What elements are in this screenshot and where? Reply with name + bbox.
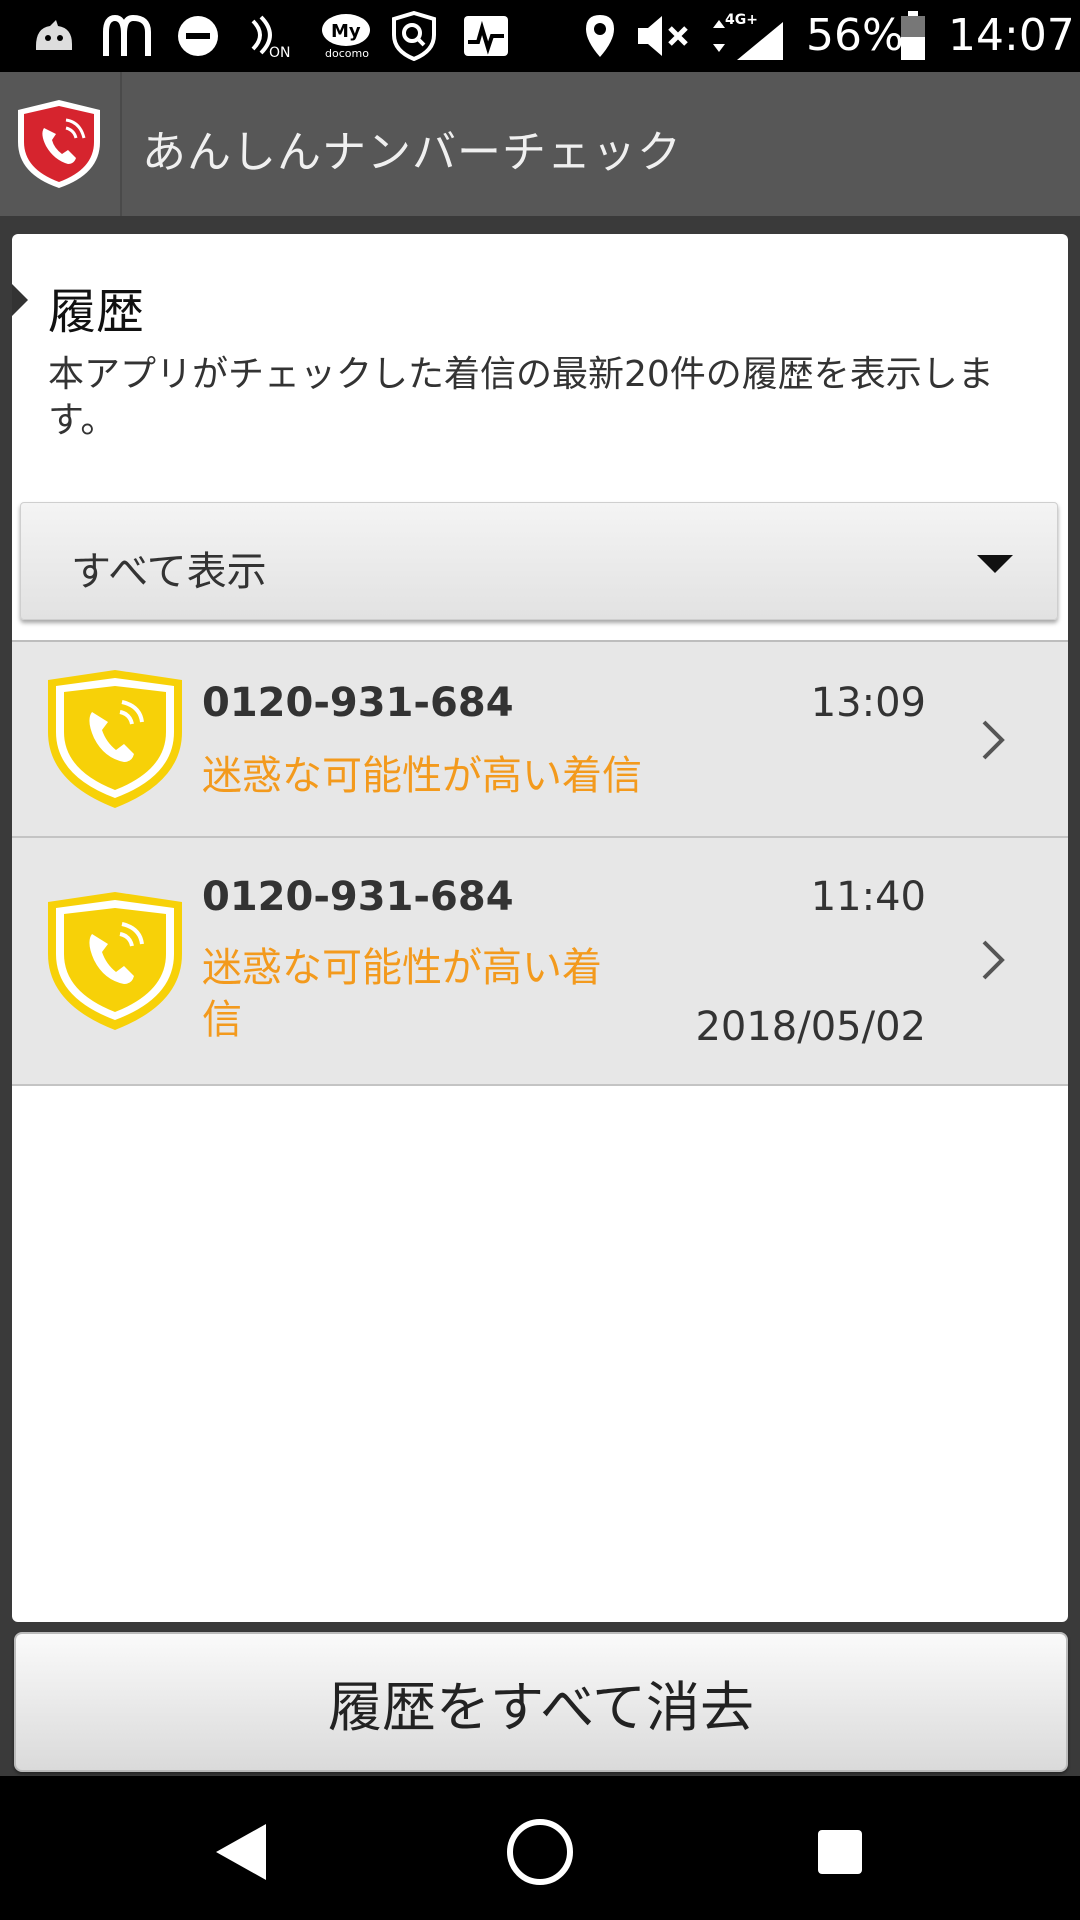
battery-percent: 56% xyxy=(806,10,904,61)
status-bar: ON My docomo 4G+ 56% 14:07 xyxy=(0,0,1080,72)
my-docomo-icon: My docomo xyxy=(318,10,374,62)
history-row[interactable]: 0120-931-684 13:09 迷惑な可能性が高い着信 xyxy=(12,642,1068,838)
history-row[interactable]: 0120-931-684 11:40 迷惑な可能性が高い着 信 2018/05/… xyxy=(12,838,1068,1086)
home-icon[interactable] xyxy=(500,1812,580,1892)
activity-icon xyxy=(460,10,512,62)
history-title: 履歴 xyxy=(48,284,145,340)
dragon-icon xyxy=(30,10,78,62)
recents-icon[interactable] xyxy=(800,1812,880,1892)
app-title: あんしんナンバーチェック xyxy=(142,127,682,178)
call-status-line-2: 信 xyxy=(202,997,242,1043)
phone-shield-icon xyxy=(14,98,104,194)
mute-icon xyxy=(636,10,692,62)
battery-icon xyxy=(898,10,928,62)
back-icon[interactable] xyxy=(200,1812,280,1892)
svg-text:My: My xyxy=(331,21,361,42)
location-icon xyxy=(580,10,620,62)
warning-shield-icon xyxy=(42,888,188,1038)
chevron-right-icon xyxy=(980,938,1008,986)
caller-number: 0120-931-684 xyxy=(202,680,514,726)
do-not-disturb-icon xyxy=(174,10,222,62)
caller-number: 0120-931-684 xyxy=(202,874,514,920)
svg-text:4G+: 4G+ xyxy=(725,12,758,28)
signal-4g-icon: 4G+ xyxy=(706,10,786,62)
warning-shield-icon xyxy=(42,666,188,816)
clear-history-button[interactable]: 履歴をすべて消去 xyxy=(14,1632,1068,1772)
dropdown-caret-icon xyxy=(977,555,1013,573)
call-time: 11:40 xyxy=(810,874,926,920)
filter-dropdown[interactable]: すべて表示 xyxy=(20,502,1058,620)
nfc-on-icon: ON xyxy=(244,10,300,62)
history-description: 本アプリがチェックした着信の最新20件の履歴を表示します。 xyxy=(48,354,994,441)
call-status: 迷惑な可能性が高い着信 xyxy=(202,753,642,799)
shield-search-icon xyxy=(388,10,440,62)
navigation-bar xyxy=(0,1776,1080,1920)
app-logo[interactable] xyxy=(0,72,122,216)
svg-text:ON: ON xyxy=(269,45,291,59)
call-status: 迷惑な可能性が高い着 信 xyxy=(202,942,602,1046)
svg-text:docomo: docomo xyxy=(325,47,369,60)
clock: 14:07 xyxy=(948,10,1075,61)
chevron-right-icon xyxy=(980,718,1008,766)
filter-selected-label: すべて表示 xyxy=(71,549,267,595)
call-status-line-1: 迷惑な可能性が高い着 xyxy=(202,945,602,991)
mcdonalds-icon xyxy=(100,10,154,62)
call-date: 2018/05/02 xyxy=(695,1004,926,1050)
app-bar: あんしんナンバーチェック xyxy=(0,72,1080,216)
call-time: 13:09 xyxy=(810,680,926,726)
section-marker xyxy=(12,284,28,316)
